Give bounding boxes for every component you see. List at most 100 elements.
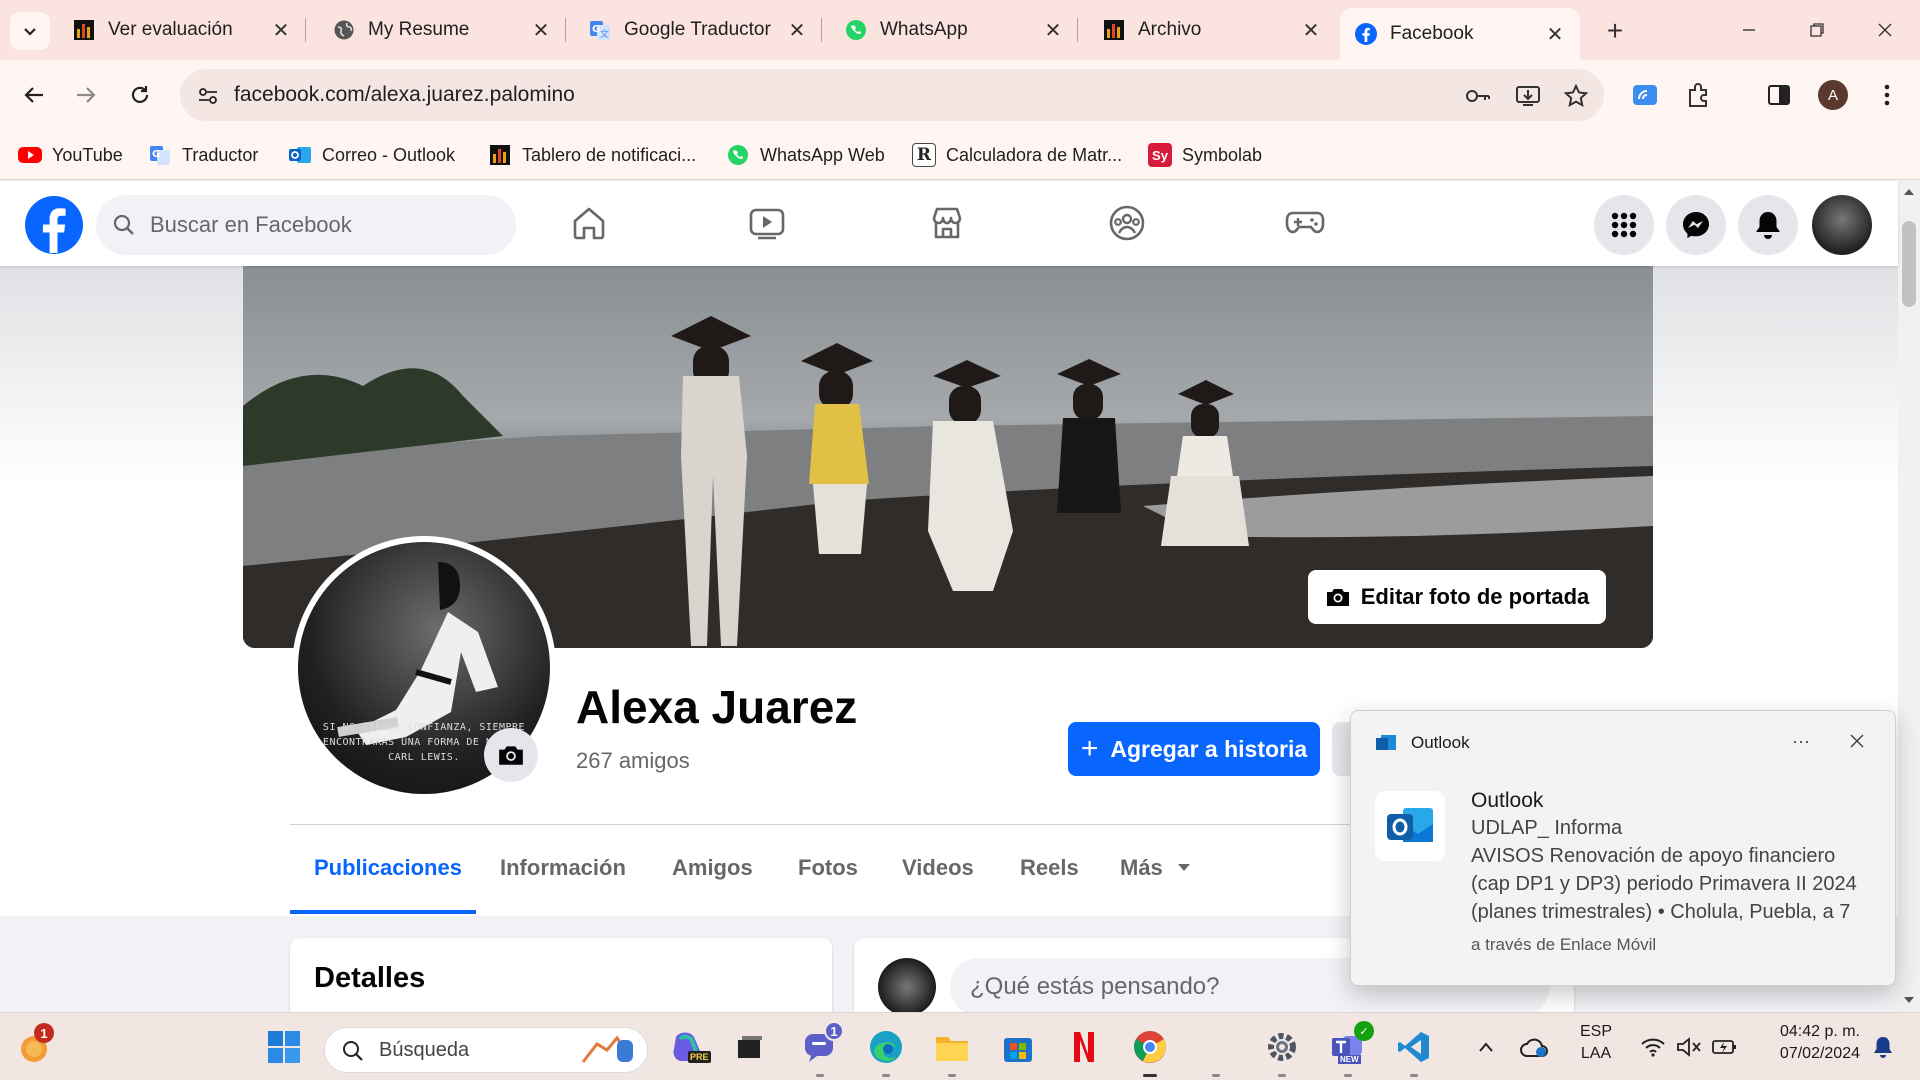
- nav-groups[interactable]: [1072, 195, 1182, 251]
- active-tab-indicator: [290, 910, 476, 914]
- change-profile-picture-button[interactable]: [484, 728, 538, 782]
- close-icon[interactable]: ✕: [1544, 23, 1566, 46]
- tab-archivo[interactable]: Archivo ✕: [1088, 8, 1336, 52]
- menu-button[interactable]: [1594, 195, 1654, 255]
- site-settings-icon[interactable]: [194, 82, 222, 110]
- scroll-up-icon[interactable]: [1903, 187, 1915, 197]
- tab-publicaciones[interactable]: Publicaciones: [314, 838, 462, 898]
- tab-whatsapp[interactable]: WhatsApp ✕: [830, 8, 1078, 52]
- profile-avatar[interactable]: A: [1814, 76, 1852, 114]
- bell-icon: [1874, 1037, 1892, 1058]
- composer-avatar[interactable]: [878, 958, 936, 1016]
- address-bar[interactable]: facebook.com/alexa.juarez.palomino: [180, 69, 1604, 121]
- browser-menu-button[interactable]: [1868, 76, 1906, 114]
- tab-search-button[interactable]: [10, 12, 50, 50]
- clock[interactable]: 04:42 p. m. 07/02/2024: [1756, 1023, 1860, 1063]
- restore-button[interactable]: [1794, 12, 1840, 48]
- chat-app-button[interactable]: 1: [798, 1021, 844, 1077]
- tab-fotos[interactable]: Fotos: [798, 838, 858, 898]
- tab-google-traductor[interactable]: G文 Google Traductor ✕: [574, 8, 822, 52]
- messenger-button[interactable]: [1666, 195, 1726, 255]
- close-window-button[interactable]: [1862, 12, 1908, 48]
- close-icon[interactable]: ✕: [786, 19, 808, 42]
- vscode-button[interactable]: [1392, 1025, 1436, 1077]
- outlook-notification[interactable]: Outlook ··· Outlook UDLAP_ Informa AVISO…: [1350, 710, 1896, 986]
- onedrive-button[interactable]: [1514, 1025, 1554, 1069]
- windows-search-box[interactable]: Búsqueda: [324, 1027, 648, 1073]
- tab-mas[interactable]: Más: [1120, 838, 1191, 898]
- nav-gaming[interactable]: [1250, 195, 1360, 251]
- scrollbar-thumb[interactable]: [1902, 221, 1916, 307]
- edit-cover-photo-button[interactable]: Editar foto de portada: [1308, 570, 1606, 624]
- side-panel-icon[interactable]: [1760, 76, 1798, 114]
- nav-home[interactable]: [534, 195, 644, 251]
- nav-marketplace[interactable]: [892, 195, 1002, 251]
- file-explorer-button[interactable]: [930, 1025, 974, 1077]
- bookmark-label: Traductor: [182, 144, 259, 165]
- start-button[interactable]: [262, 1025, 306, 1069]
- close-icon[interactable]: ✕: [270, 19, 292, 42]
- settings-button[interactable]: [1260, 1025, 1304, 1077]
- new-tab-button[interactable]: +: [1598, 14, 1632, 48]
- scroll-down-icon[interactable]: [1903, 995, 1915, 1005]
- facebook-search-input[interactable]: Buscar en Facebook: [96, 195, 516, 255]
- bookmark-traductor[interactable]: G Traductor: [148, 140, 258, 170]
- bookmark-correo-outlook[interactable]: Correo - Outlook: [288, 140, 455, 170]
- bookmark-tablero[interactable]: Tablero de notificaci...: [488, 140, 696, 170]
- bookmark-label: Calculadora de Matr...: [946, 144, 1123, 165]
- notifications-button[interactable]: [1738, 195, 1798, 255]
- url-text[interactable]: facebook.com/alexa.juarez.palomino: [234, 83, 575, 107]
- tab-informacion[interactable]: Información: [500, 838, 626, 898]
- tab-ver-evaluacion[interactable]: Ver evaluación ✕: [58, 8, 306, 52]
- page-scrollbar[interactable]: [1898, 181, 1920, 1012]
- close-icon[interactable]: ✕: [1042, 19, 1064, 42]
- netflix-button[interactable]: [1062, 1025, 1106, 1069]
- account-avatar[interactable]: [1812, 195, 1872, 255]
- friends-count[interactable]: 267 amigos: [576, 748, 690, 774]
- back-button[interactable]: [14, 75, 54, 115]
- close-icon[interactable]: ✕: [530, 19, 552, 42]
- running-indicator: [1410, 1074, 1418, 1077]
- wifi-button[interactable]: [1636, 1025, 1670, 1069]
- camera-icon: [1326, 589, 1349, 606]
- tab-reels[interactable]: Reels: [1020, 838, 1079, 898]
- tab-title: WhatsApp: [880, 19, 968, 40]
- tab-videos[interactable]: Videos: [902, 838, 974, 898]
- extension-wallet-icon[interactable]: [1626, 76, 1664, 114]
- show-hidden-icons-button[interactable]: [1470, 1025, 1502, 1069]
- facebook-logo-icon[interactable]: [24, 195, 84, 255]
- battery-button[interactable]: [1708, 1025, 1742, 1069]
- tab-facebook[interactable]: Facebook ✕: [1340, 8, 1580, 60]
- extensions-icon[interactable]: [1680, 76, 1718, 114]
- star-icon[interactable]: [1562, 82, 1590, 110]
- bookmark-whatsapp-web[interactable]: WhatsApp Web: [726, 140, 885, 170]
- close-icon[interactable]: ✕: [1300, 19, 1322, 42]
- forward-button[interactable]: [66, 75, 106, 115]
- nav-video[interactable]: [712, 195, 822, 251]
- task-view-button[interactable]: [728, 1025, 772, 1069]
- bell-icon: [1756, 212, 1780, 239]
- bookmark-symbolab[interactable]: Sy Symbolab: [1148, 140, 1262, 170]
- chrome-button[interactable]: [1128, 1025, 1172, 1077]
- microsoft-store-button[interactable]: [996, 1025, 1040, 1069]
- volume-button[interactable]: [1672, 1025, 1706, 1069]
- bookmark-youtube[interactable]: YouTube: [18, 140, 123, 170]
- edge-button[interactable]: [864, 1025, 908, 1077]
- language-indicator[interactable]: ESP LAA: [1572, 1023, 1620, 1063]
- notification-close-button[interactable]: [1839, 725, 1875, 757]
- minimize-button[interactable]: [1726, 12, 1772, 48]
- tab-my-resume[interactable]: My Resume ✕: [318, 8, 566, 52]
- bookmark-calculadora[interactable]: R Calculadora de Matr...: [912, 140, 1122, 170]
- add-to-story-button[interactable]: + Agregar a historia: [1068, 722, 1320, 776]
- teams-button[interactable]: ✓ NEW: [1326, 1021, 1374, 1077]
- notification-center-button[interactable]: [1866, 1025, 1900, 1069]
- taskbar-empty-slot[interactable]: [1194, 1025, 1238, 1077]
- reload-button[interactable]: [120, 75, 160, 115]
- copilot-button[interactable]: PRE: [666, 1025, 711, 1069]
- tab-amigos[interactable]: Amigos: [672, 838, 753, 898]
- install-app-icon[interactable]: [1514, 82, 1542, 110]
- gaming-icon: [1285, 211, 1325, 234]
- key-icon[interactable]: [1464, 82, 1492, 110]
- notification-more-button[interactable]: ···: [1783, 725, 1819, 757]
- weather-widget[interactable]: 1: [12, 1023, 56, 1069]
